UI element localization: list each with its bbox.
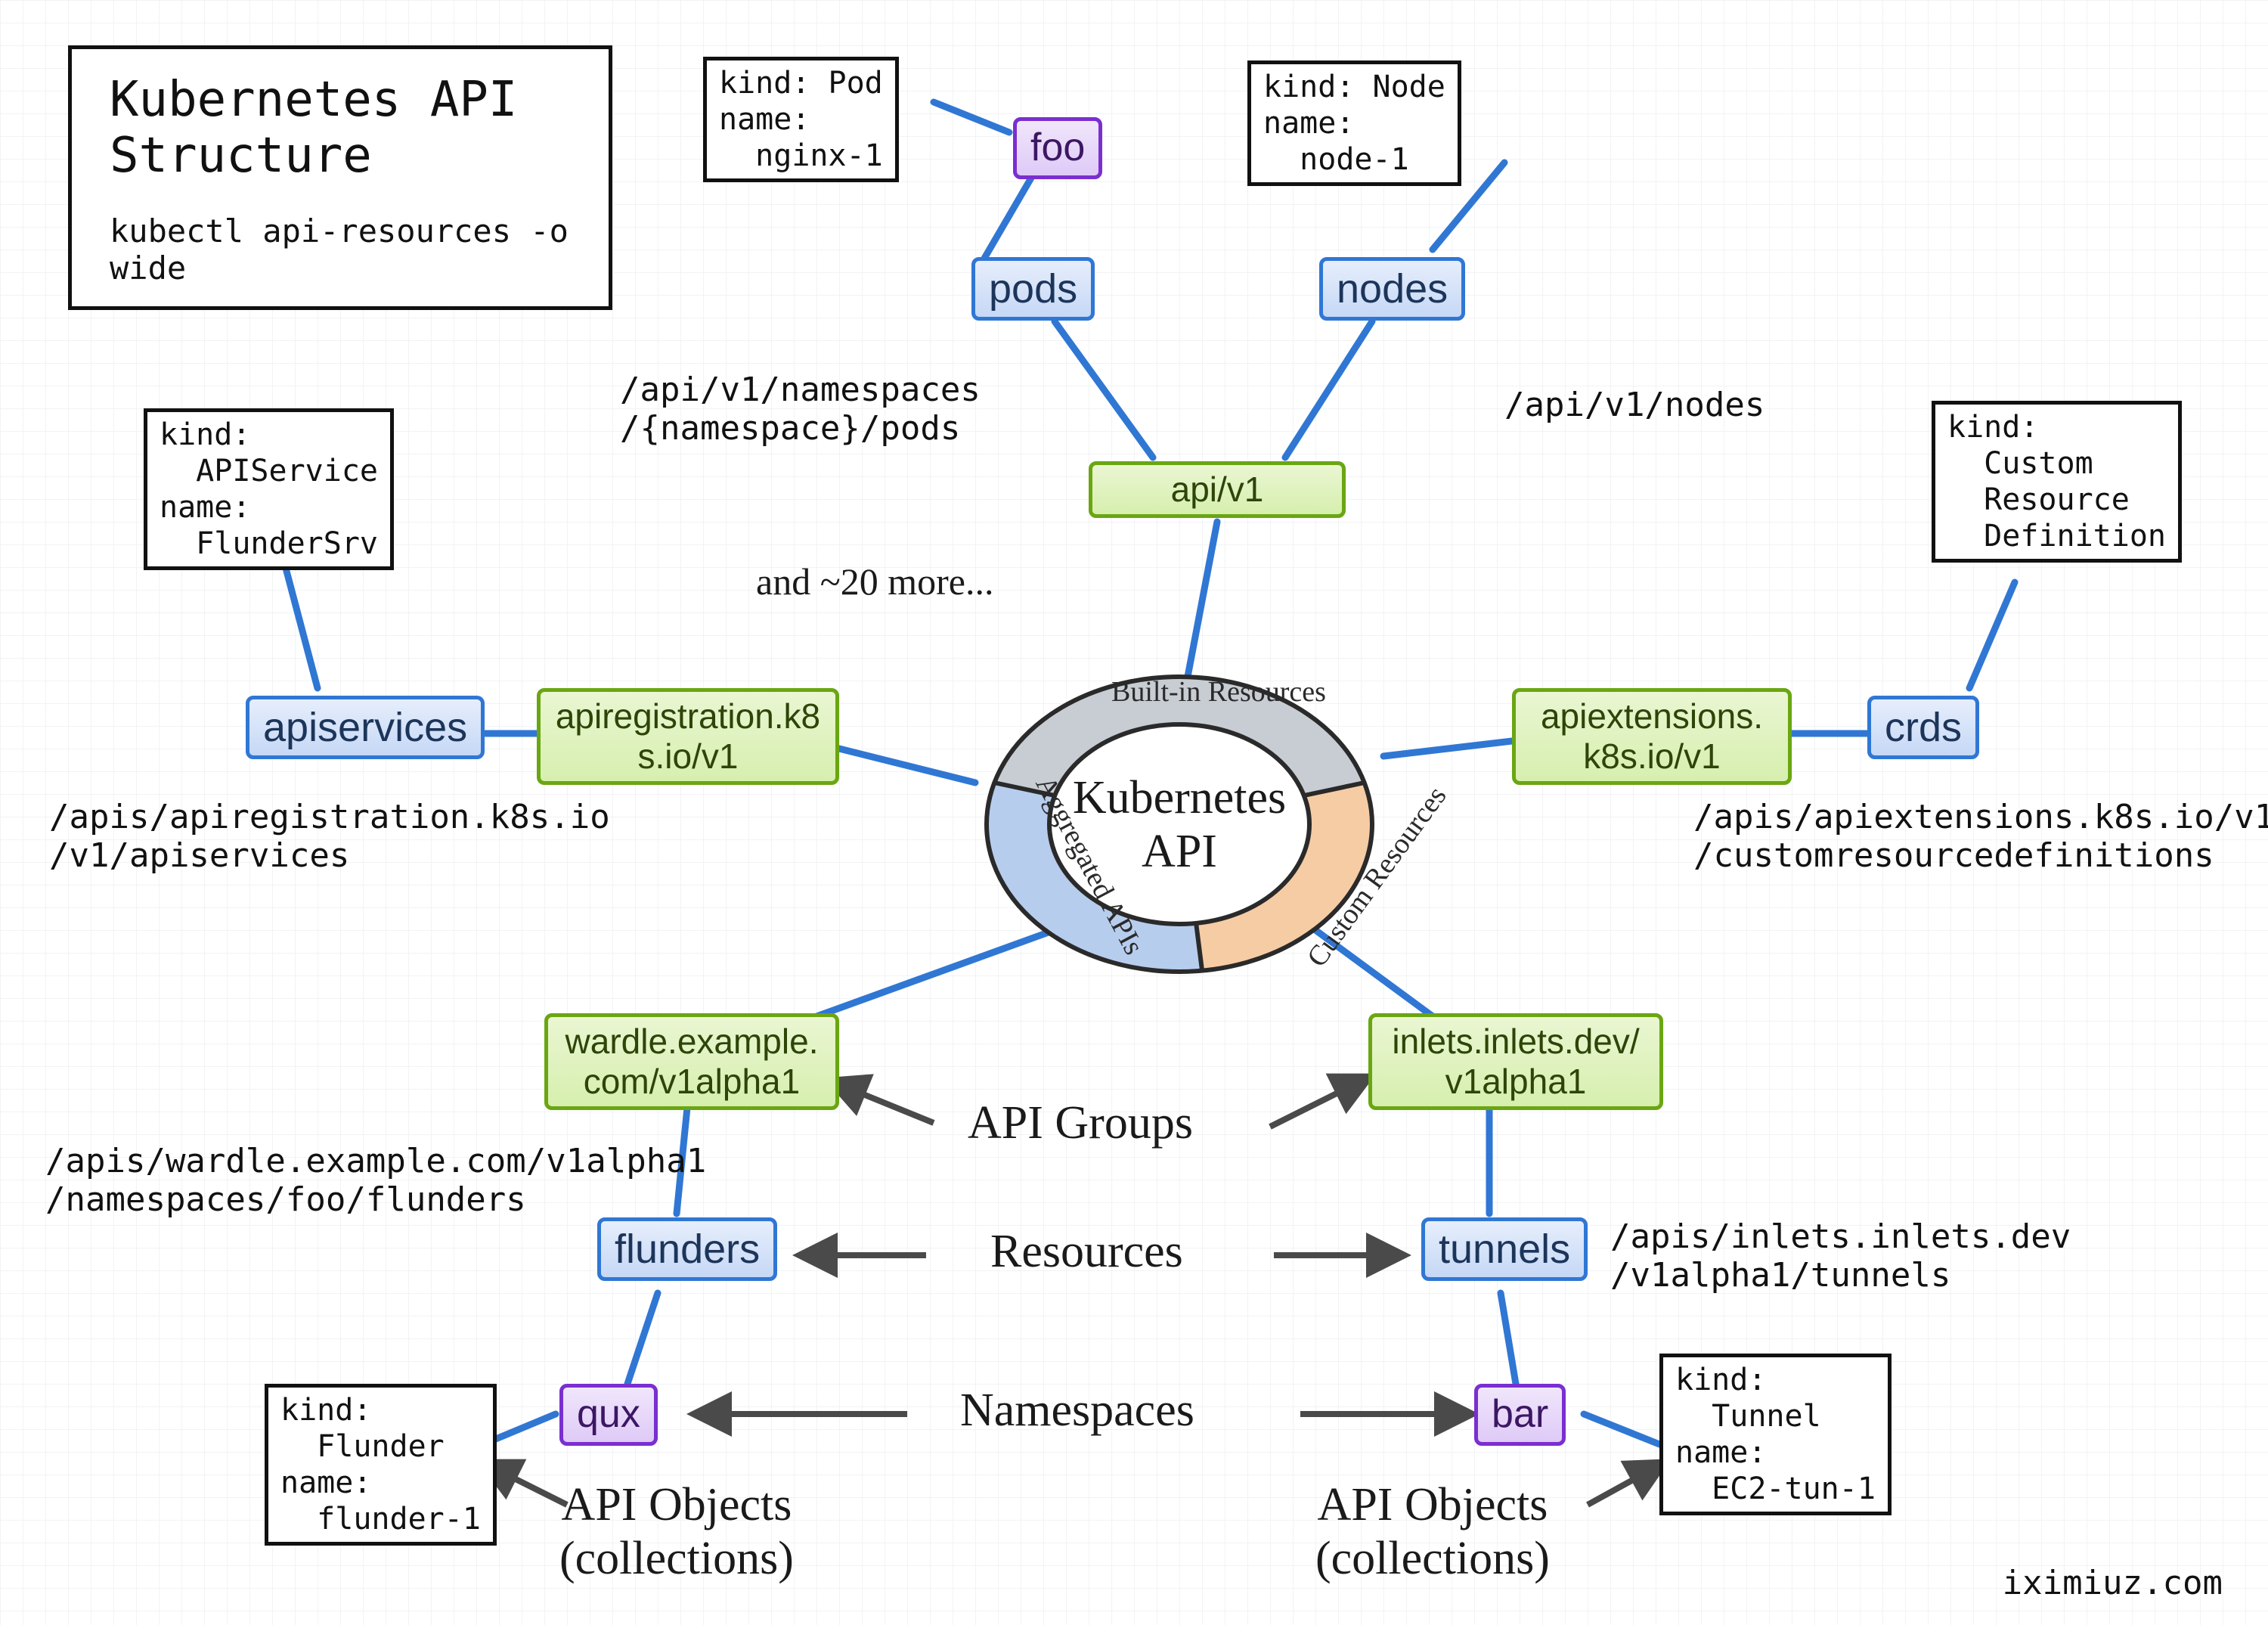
- resource-crds: crds: [1867, 696, 1979, 759]
- ns-bar: bar: [1474, 1384, 1566, 1446]
- obj-tunnel: kind: Tunnel name: EC2-tun-1: [1659, 1354, 1892, 1515]
- ns-qux: qux: [559, 1384, 658, 1446]
- group-core: api/v1: [1089, 461, 1346, 518]
- anno-api-objects-l: API Objects (collections): [559, 1478, 794, 1586]
- obj-crd: kind: Custom Resource Definition: [1932, 401, 2182, 563]
- resource-apiservices: apiservices: [246, 696, 485, 759]
- path-pods: /api/v1/namespaces /{namespace}/pods: [620, 371, 981, 448]
- obj-apiservice: kind: APIService name: FlunderSrv: [144, 408, 394, 570]
- resource-tunnels: tunnels: [1421, 1217, 1588, 1281]
- title-command: kubectl api-resources -o wide: [110, 212, 571, 287]
- obj-pod: kind: Pod name: nginx-1: [703, 57, 899, 182]
- path-nodes: /api/v1/nodes: [1504, 386, 1765, 424]
- obj-node: kind: Node name: node-1: [1247, 60, 1461, 186]
- path-inlets: /apis/inlets.inlets.dev /v1alpha1/tunnel…: [1610, 1217, 2071, 1295]
- credit: iximiuz.com: [2003, 1564, 2223, 1602]
- title-box: Kubernetes API Structure kubectl api-res…: [68, 45, 612, 310]
- anno-resources: Resources: [990, 1225, 1183, 1279]
- anno-namespaces: Namespaces: [960, 1384, 1194, 1437]
- donut-sector-builtin: Built-in Resources: [1111, 678, 1326, 708]
- anno-api-objects-r: API Objects (collections): [1315, 1478, 1550, 1586]
- ns-foo: foo: [1013, 117, 1102, 179]
- resource-nodes: nodes: [1319, 257, 1465, 321]
- group-wardle: wardle.example. com/v1alpha1: [544, 1013, 839, 1110]
- anno-more: and ~20 more...: [756, 560, 993, 603]
- group-inlets: inlets.inlets.dev/ v1alpha1: [1368, 1013, 1663, 1110]
- group-apireg: apiregistration.k8 s.io/v1: [537, 688, 839, 785]
- path-wardle: /apis/wardle.example.com/v1alpha1 /names…: [45, 1142, 706, 1219]
- title-heading: Kubernetes API Structure: [110, 72, 571, 184]
- resource-flunders: flunders: [597, 1217, 777, 1281]
- anno-api-groups: API Groups: [968, 1096, 1193, 1150]
- obj-flunder: kind: Flunder name: flunder-1: [265, 1384, 497, 1546]
- path-apiservices: /apis/apiregistration.k8s.io /v1/apiserv…: [49, 798, 610, 875]
- resource-pods: pods: [971, 257, 1095, 321]
- path-crds: /apis/apiextensions.k8s.io/v1 /customres…: [1693, 798, 2268, 875]
- group-apiext: apiextensions. k8s.io/v1: [1512, 688, 1792, 785]
